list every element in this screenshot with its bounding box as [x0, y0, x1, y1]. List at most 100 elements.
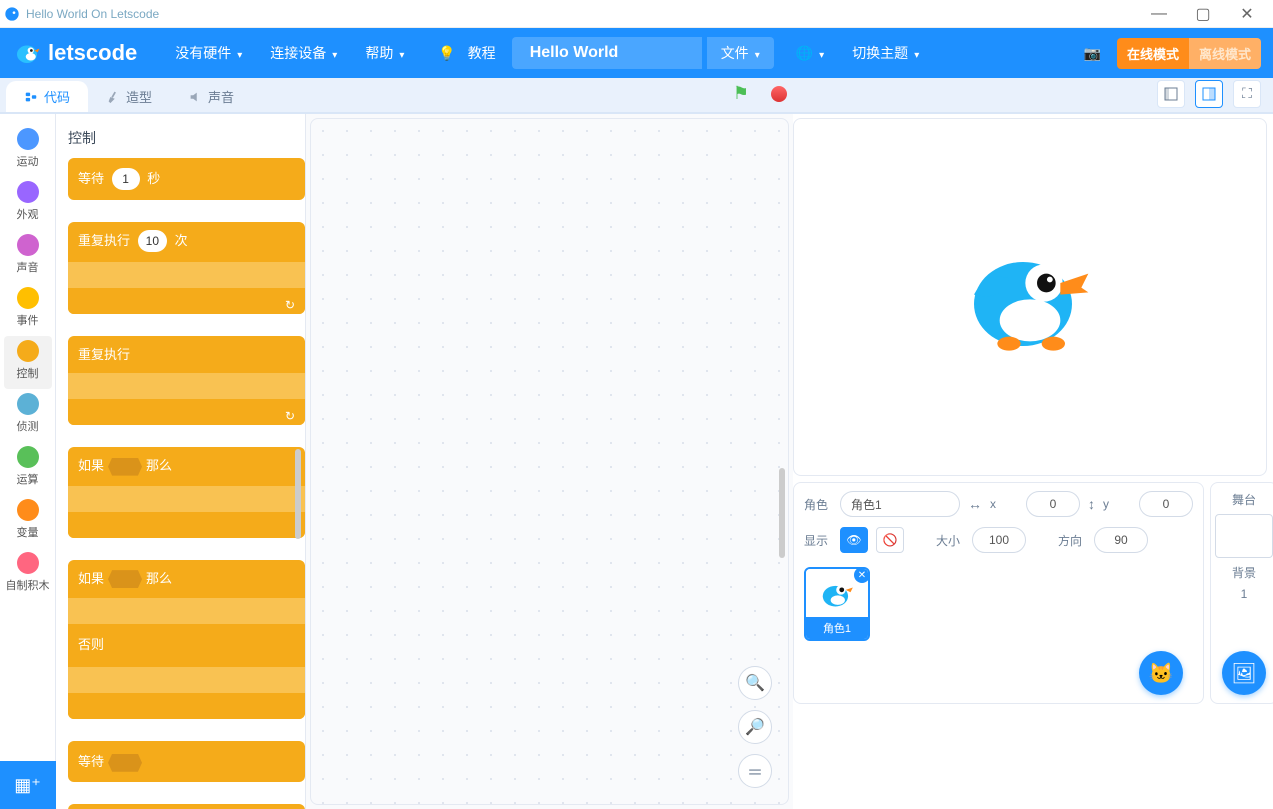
menu-no-hardware[interactable]: 没有硬件: [163, 37, 254, 69]
sprite-info-panel: 角色 ↔ x ↕ y 显示 👁 🚫 大小: [793, 482, 1204, 704]
block-repeat-until[interactable]: 重复执行直到: [68, 804, 305, 809]
stage-large-button[interactable]: [1195, 80, 1223, 108]
block-palette[interactable]: 控制 等待 1 秒 重复执行 10 次 重复执行 如果那么 如果那么 否则: [56, 114, 306, 809]
eye-icon: 👁: [846, 533, 861, 547]
close-button[interactable]: ✕: [1225, 0, 1269, 28]
menubar: letscode 没有硬件 连接设备 帮助 💡 教程 Hello World 文…: [0, 28, 1273, 78]
window-titlebar: Hello World On Letscode ― ▢ ✕: [0, 0, 1273, 28]
sprite-list: ✕ 角色1: [804, 567, 1193, 641]
boolean-slot[interactable]: [108, 754, 142, 772]
fullscreen-button[interactable]: ⛶: [1233, 80, 1261, 108]
brand-icon: [12, 38, 42, 68]
tab-sounds[interactable]: 声音: [170, 81, 252, 112]
window-title: Hello World On Letscode: [26, 7, 1137, 21]
sprite-label: 角色: [804, 496, 832, 513]
blocks-plus-icon: ▦⁺: [14, 775, 41, 796]
mode-toggle: 在线模式 离线模式: [1117, 38, 1261, 69]
horizontal-arrows-icon: ↔: [968, 496, 982, 512]
stage-view[interactable]: [793, 118, 1267, 476]
category-myblocks[interactable]: 自制积木: [4, 548, 52, 601]
hide-sprite-button[interactable]: 🚫: [876, 527, 904, 553]
menu-help[interactable]: 帮助: [353, 37, 416, 69]
category-motion[interactable]: 运动: [4, 124, 52, 177]
green-flag-button[interactable]: ⚑: [727, 79, 755, 108]
loop-arrow-icon: [285, 408, 295, 423]
canvas-scrollbar[interactable]: [779, 123, 785, 800]
speaker-icon: [188, 90, 202, 104]
sprite-y-input[interactable]: [1139, 491, 1193, 517]
zoom-in-button[interactable]: 🔍: [738, 666, 772, 700]
zoom-controls: 🔍 🔎 ＝: [738, 666, 772, 788]
block-if[interactable]: 如果那么: [68, 447, 305, 538]
zoom-in-icon: 🔍: [745, 673, 765, 693]
vertical-arrows-icon: ↕: [1088, 496, 1095, 512]
add-backdrop-button[interactable]: 🖼: [1222, 651, 1266, 695]
category-operators[interactable]: 运算: [4, 442, 52, 495]
stage-small-button[interactable]: [1157, 80, 1185, 108]
maximize-button[interactable]: ▢: [1181, 0, 1225, 28]
minimize-button[interactable]: ―: [1137, 0, 1181, 28]
globe-icon: 🌐: [796, 45, 813, 62]
tab-code[interactable]: 代码: [6, 81, 88, 112]
repeat-times-input[interactable]: 10: [138, 230, 167, 252]
add-sprite-button[interactable]: 🐱: [1139, 651, 1183, 695]
lightbulb-icon: 💡: [438, 45, 455, 62]
category-variables[interactable]: 变量: [4, 495, 52, 548]
delete-sprite-button[interactable]: ✕: [854, 567, 870, 583]
category-looks[interactable]: 外观: [4, 177, 52, 230]
menu-language[interactable]: 🌐: [784, 39, 836, 68]
block-forever[interactable]: 重复执行: [68, 336, 305, 425]
main-area: 运动 外观 声音 事件 控制 侦测 运算 变量 自制积木 ▦⁺ 控制 等待 1 …: [0, 114, 1273, 809]
menu-file[interactable]: 文件: [707, 37, 774, 69]
editor-tabs: 代码 造型 声音 ⚑ ⛶: [0, 78, 1273, 114]
category-sound[interactable]: 声音: [4, 230, 52, 283]
stage-thumbnail[interactable]: [1215, 514, 1273, 558]
wait-seconds-input[interactable]: 1: [112, 168, 140, 190]
category-control[interactable]: 控制: [4, 336, 52, 389]
menu-tutorial[interactable]: 💡 教程: [426, 37, 507, 69]
zoom-out-button[interactable]: 🔎: [738, 710, 772, 744]
sprite-x-input[interactable]: [1026, 491, 1080, 517]
sprite-card[interactable]: ✕ 角色1: [804, 567, 870, 641]
stage-panel: 舞台 背景 1 🖼: [1210, 482, 1273, 704]
screenshot-button[interactable]: 📷: [1072, 39, 1113, 68]
stage-column: 角色 ↔ x ↕ y 显示 👁 🚫 大小: [793, 114, 1273, 809]
block-repeat[interactable]: 重复执行 10 次: [68, 222, 305, 314]
zoom-out-icon: 🔎: [745, 717, 765, 737]
backdrops-count: 1: [1241, 587, 1248, 601]
block-wait[interactable]: 等待 1 秒: [68, 158, 305, 200]
script-canvas[interactable]: 🔍 🔎 ＝: [310, 118, 789, 805]
menu-connect-device[interactable]: 连接设备: [258, 37, 349, 69]
add-extension-button[interactable]: ▦⁺: [0, 761, 56, 809]
sprite-direction-input[interactable]: [1094, 527, 1148, 553]
boolean-slot[interactable]: [108, 458, 142, 476]
app-icon: [4, 6, 20, 22]
palette-header: 控制: [68, 128, 305, 148]
online-mode-button[interactable]: 在线模式: [1117, 38, 1189, 69]
category-events[interactable]: 事件: [4, 283, 52, 336]
tab-costumes[interactable]: 造型: [88, 81, 170, 112]
workspace: 🔍 🔎 ＝: [306, 114, 793, 809]
sprite-name-input[interactable]: [840, 491, 960, 517]
stop-button[interactable]: [771, 86, 787, 102]
project-name-field[interactable]: Hello World: [512, 37, 702, 69]
stage-title: 舞台: [1232, 491, 1256, 508]
palette-scrollbar[interactable]: [295, 449, 301, 539]
brand: letscode: [12, 38, 137, 68]
menu-switch-theme[interactable]: 切换主题: [840, 37, 931, 69]
image-plus-icon: 🖼: [1231, 661, 1256, 686]
category-sensing[interactable]: 侦测: [4, 389, 52, 442]
category-rail: 运动 外观 声音 事件 控制 侦测 运算 变量 自制积木 ▦⁺: [0, 114, 56, 809]
zoom-reset-button[interactable]: ＝: [738, 754, 772, 788]
boolean-slot[interactable]: [108, 570, 142, 588]
block-if-else[interactable]: 如果那么 否则: [68, 560, 305, 720]
block-wait-until[interactable]: 等待: [68, 741, 305, 782]
backdrops-label: 背景: [1232, 564, 1256, 581]
loop-arrow-icon: [285, 297, 295, 312]
sprite-size-input[interactable]: [972, 527, 1026, 553]
sprite-bird-icon: [960, 227, 1100, 367]
paintbrush-icon: [106, 90, 120, 104]
eye-off-icon: 🚫: [883, 533, 898, 547]
offline-mode-button[interactable]: 离线模式: [1189, 38, 1261, 69]
show-sprite-button[interactable]: 👁: [840, 527, 868, 553]
